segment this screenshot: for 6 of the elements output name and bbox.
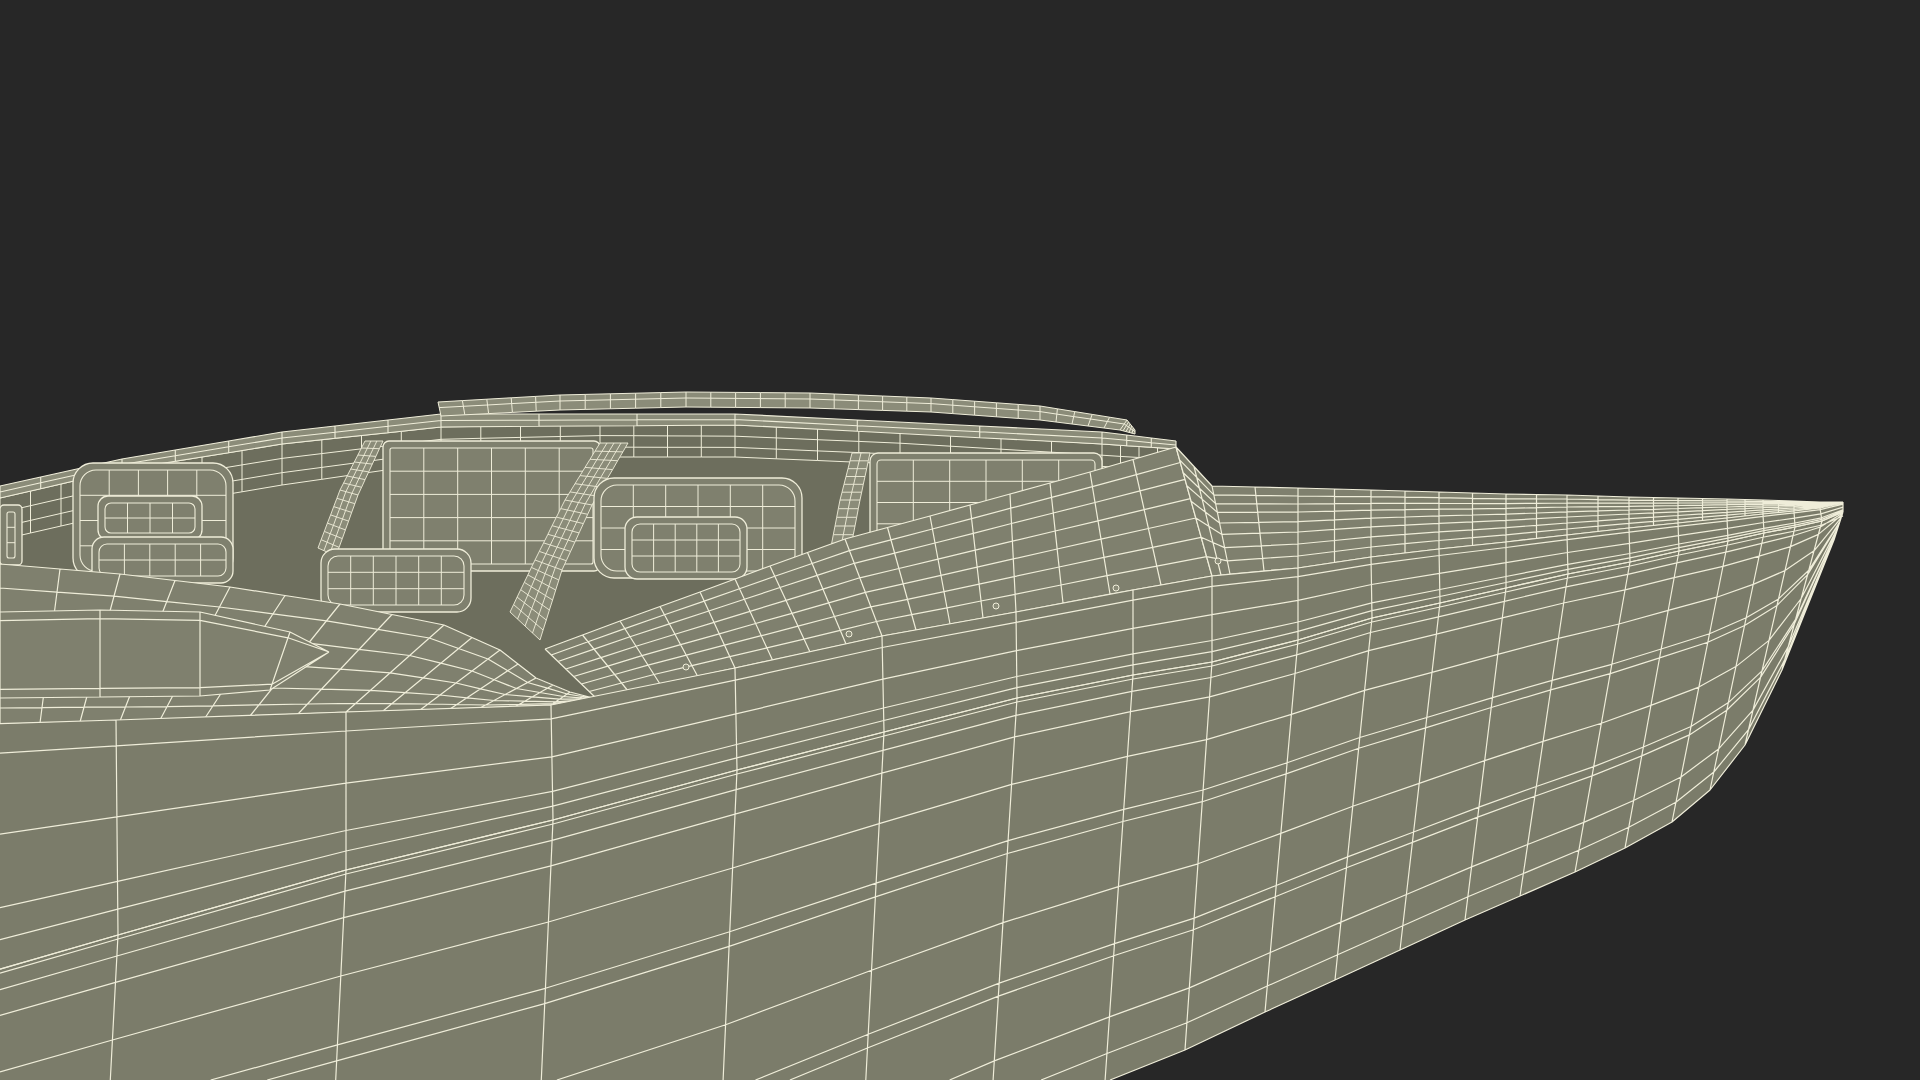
rivet-icon — [1112, 584, 1120, 592]
seat-backrest — [0, 504, 23, 566]
rivet-icon — [1214, 557, 1222, 565]
rivet-icon — [682, 663, 690, 671]
rivet-icon — [845, 630, 853, 638]
rivet-icon — [992, 602, 1000, 610]
